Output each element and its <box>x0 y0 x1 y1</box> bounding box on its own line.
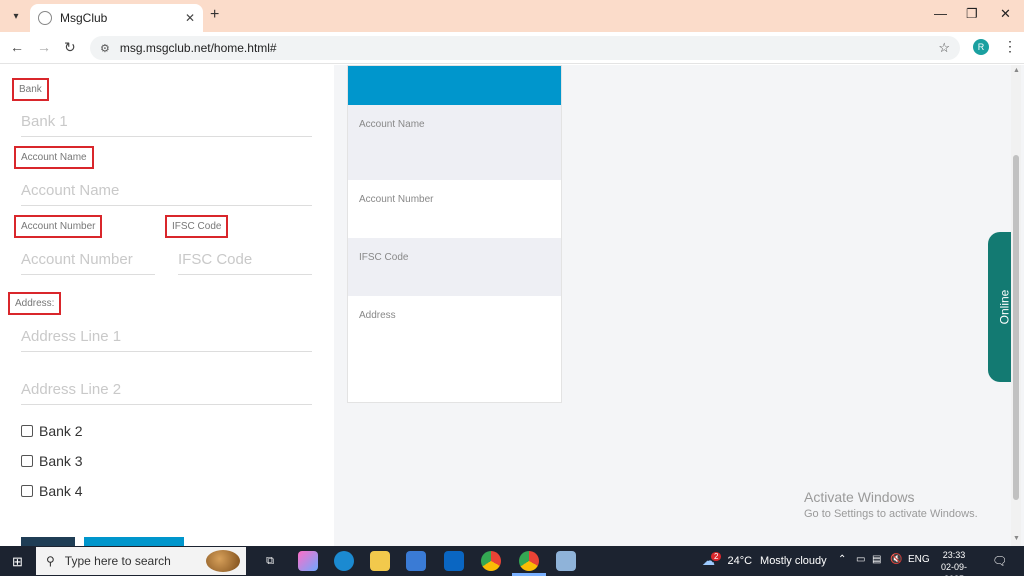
notification-icon[interactable]: 🗨 <box>992 554 1007 568</box>
account-name-field[interactable]: Account Name <box>21 180 312 206</box>
account-number-placeholder: Account Number <box>21 251 133 268</box>
taskbar-search-placeholder: Type here to search <box>64 554 171 568</box>
bank-2-checkbox-row[interactable]: Bank 2 <box>21 423 83 439</box>
bookmark-star-icon[interactable]: ☆ <box>938 40 950 56</box>
tab-title: MsgClub <box>60 11 108 25</box>
tab-close-icon[interactable]: ✕ <box>185 11 195 25</box>
site-info-icon[interactable]: ⚙ <box>100 42 110 55</box>
site-favicon-icon <box>38 11 52 25</box>
preview-header <box>348 66 561 105</box>
outlook-icon[interactable] <box>444 551 464 571</box>
tab-search-chevron-icon[interactable]: ▾ <box>6 6 26 26</box>
online-label: Online <box>997 289 1011 325</box>
bank-3-checkbox[interactable] <box>21 455 33 467</box>
windows-taskbar: ⊞ ⚲ Type here to search ⧉ ☁ 2 24°C Mostl… <box>0 546 1024 584</box>
preview-account-name-row: Account Name <box>348 105 561 180</box>
new-tab-button[interactable]: + <box>210 6 219 24</box>
preview-address-row: Address <box>348 296 561 402</box>
scroll-down-icon[interactable]: ▼ <box>1013 535 1020 542</box>
preview-account-number-row: Account Number <box>348 180 561 238</box>
address-line2-field[interactable]: Address Line 2 <box>21 379 312 405</box>
ifsc-code-field[interactable]: IFSC Code <box>178 249 312 275</box>
preview-account-name: Account Name <box>359 119 425 130</box>
bank-4-label: Bank 4 <box>39 483 83 499</box>
window-close-icon[interactable]: ✕ <box>1000 6 1011 22</box>
ifsc-code-placeholder: IFSC Code <box>178 251 253 268</box>
bank-2-label: Bank 2 <box>39 423 83 439</box>
activate-windows-title: Activate Windows <box>804 489 915 505</box>
minimize-icon[interactable]: — <box>934 6 947 21</box>
url-text: msg.msgclub.net/home.html# <box>119 41 277 55</box>
bank-3-checkbox-row[interactable]: Bank 3 <box>21 453 83 469</box>
activate-windows-subtitle: Go to Settings to activate Windows. <box>804 508 978 520</box>
scroll-up-icon[interactable]: ▲ <box>1013 67 1020 74</box>
dark-action-button[interactable] <box>21 537 75 546</box>
bank-4-checkbox-row[interactable]: Bank 4 <box>21 483 83 499</box>
search-icon: ⚲ <box>46 554 55 568</box>
chrome-icon[interactable] <box>481 551 501 571</box>
blue-action-button[interactable] <box>84 537 184 546</box>
microsoft-store-icon[interactable] <box>406 551 426 571</box>
bank-4-checkbox[interactable] <box>21 485 33 497</box>
language-indicator[interactable]: ENG <box>908 554 930 565</box>
weather-description: Mostly cloudy <box>760 555 827 567</box>
bank-form-panel: Bank Bank 1 Account Name Account Name Ac… <box>0 65 334 546</box>
search-highlight-image <box>206 550 240 572</box>
address-line1-placeholder: Address Line 1 <box>21 328 122 345</box>
browser-tab[interactable]: MsgClub ✕ <box>30 4 203 32</box>
taskbar-clock[interactable]: 23:33 02-09-2025 <box>934 549 974 585</box>
volume-muted-icon[interactable]: 🔇 <box>890 554 902 565</box>
preview-address: Address <box>359 310 396 321</box>
windows-start-icon[interactable]: ⊞ <box>12 554 23 570</box>
bank-name-value: Bank 1 <box>21 113 68 130</box>
preview-ifsc-code: IFSC Code <box>359 252 409 263</box>
address-label: Address: <box>8 292 62 315</box>
scrollbar-thumb[interactable] <box>1013 155 1019 500</box>
page-content: Bank Bank 1 Account Name Account Name Ac… <box>0 65 1024 546</box>
browser-toolbar: ← → ↻ ⚙ msg.msgclub.net/home.html# ☆ <box>0 32 1024 64</box>
ifsc-code-label: IFSC Code <box>165 215 229 238</box>
reload-icon[interactable]: ↻ <box>64 39 76 56</box>
network-icon[interactable]: ▤ <box>872 554 881 565</box>
address-line1-field[interactable]: Address Line 1 <box>21 326 312 352</box>
address-bar[interactable]: ⚙ msg.msgclub.net/home.html# ☆ <box>90 36 960 60</box>
page-scrollbar[interactable]: ▲ ▼ <box>1011 65 1021 546</box>
browser-tab-bar: ▾ MsgClub ✕ + — ❐ ✕ <box>0 0 1024 32</box>
copilot-icon[interactable] <box>298 551 318 571</box>
clock-time: 23:33 <box>942 550 966 560</box>
edge-browser-icon[interactable] <box>334 551 354 571</box>
task-view-icon[interactable]: ⧉ <box>260 551 280 571</box>
weather-widget[interactable]: ☁ 2 24°C Mostly cloudy <box>702 551 827 569</box>
account-name-placeholder: Account Name <box>21 182 120 199</box>
clock-date: 02-09-2025 <box>940 562 967 584</box>
forward-arrow-icon[interactable]: → <box>37 39 51 55</box>
restore-icon[interactable]: ❐ <box>966 6 978 22</box>
tray-chevron-icon[interactable]: ⌃ <box>838 554 846 565</box>
profile-avatar[interactable]: R <box>973 39 989 55</box>
bank-preview-card: Account Name Account Number IFSC Code Ad… <box>347 65 562 403</box>
address-line2-placeholder: Address Line 2 <box>21 381 122 398</box>
weather-badge: 2 <box>711 551 722 561</box>
bank-label: Bank <box>12 78 49 101</box>
paint-icon[interactable] <box>556 551 576 571</box>
account-number-field[interactable]: Account Number <box>21 249 155 275</box>
weather-temperature: 24°C <box>727 555 753 567</box>
account-name-label: Account Name <box>14 146 94 169</box>
chrome-profile-icon[interactable] <box>519 551 539 571</box>
back-arrow-icon[interactable]: ← <box>10 39 24 55</box>
browser-menu-icon[interactable]: ⋮ <box>1003 38 1017 55</box>
taskbar-search-box[interactable]: ⚲ Type here to search <box>36 547 246 575</box>
tray-app-icon[interactable]: ▭ <box>856 554 865 565</box>
file-explorer-icon[interactable] <box>370 551 390 571</box>
bank-2-checkbox[interactable] <box>21 425 33 437</box>
account-number-label: Account Number <box>14 215 103 238</box>
preview-account-number: Account Number <box>359 194 434 205</box>
bank-name-field[interactable]: Bank 1 <box>21 111 312 137</box>
bank-3-label: Bank 3 <box>39 453 83 469</box>
activate-windows-watermark: Activate Windows Go to Settings to activ… <box>804 489 978 520</box>
preview-ifsc-row: IFSC Code <box>348 238 561 296</box>
